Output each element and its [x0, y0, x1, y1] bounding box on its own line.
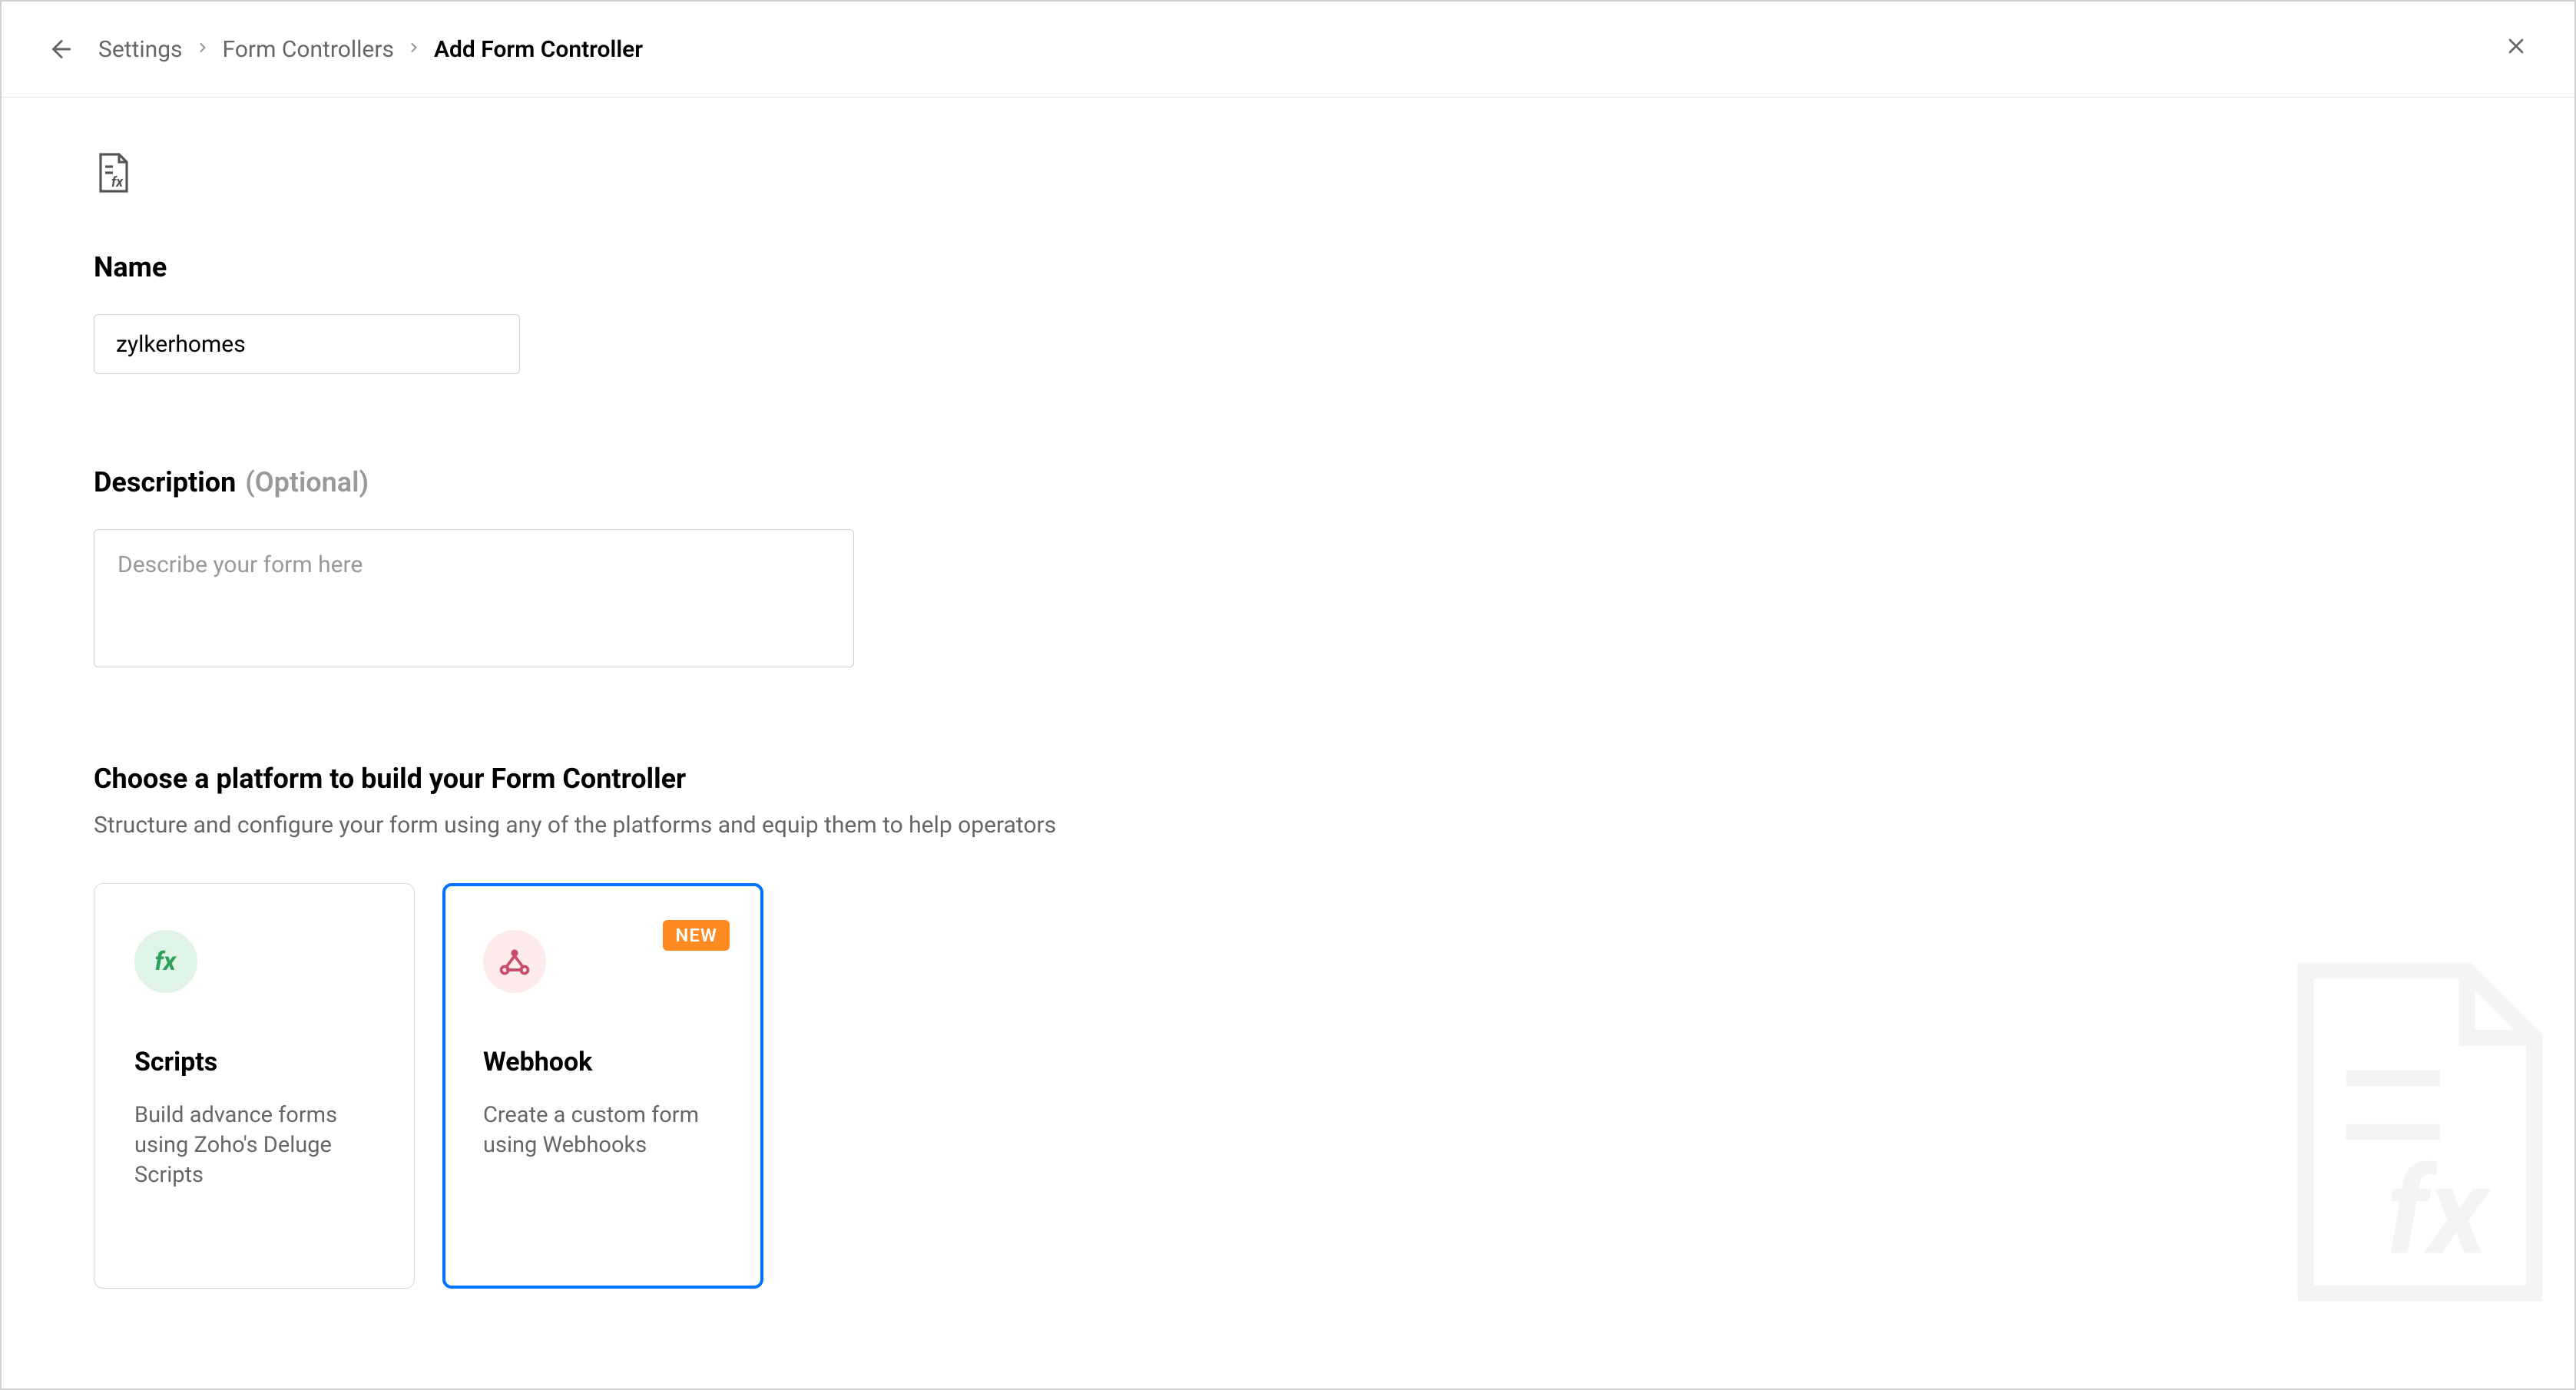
- name-field-group: Name: [94, 251, 2482, 374]
- platform-section-title: Choose a platform to build your Form Con…: [94, 763, 2482, 795]
- breadcrumb-settings[interactable]: Settings: [98, 36, 183, 63]
- svg-text:fx: fx: [154, 947, 177, 977]
- scripts-card[interactable]: fx Scripts Build advance forms using Zoh…: [94, 883, 415, 1289]
- webhook-card-desc: Create a custom form using Webhooks: [483, 1100, 723, 1160]
- header-bar: Settings Form Controllers Add Form Contr…: [2, 2, 2574, 98]
- close-icon: [2504, 34, 2528, 58]
- name-input[interactable]: [94, 314, 520, 374]
- platform-section-subtitle: Structure and configure your form using …: [94, 812, 2482, 839]
- scripts-icon: fx: [149, 945, 183, 978]
- breadcrumb-form-controllers[interactable]: Form Controllers: [223, 36, 394, 63]
- breadcrumb: Settings Form Controllers Add Form Contr…: [98, 36, 643, 63]
- close-button[interactable]: [2504, 34, 2528, 65]
- description-label: Description (Optional): [94, 466, 2482, 498]
- webhook-icon: [498, 945, 531, 978]
- page-icon: fx: [94, 151, 2482, 197]
- name-label: Name: [94, 251, 2482, 283]
- scripts-icon-wrapper: fx: [134, 930, 197, 993]
- description-textarea[interactable]: [94, 529, 854, 667]
- platform-section: Choose a platform to build your Form Con…: [94, 763, 2482, 1289]
- arrow-left-icon: [48, 35, 75, 63]
- description-field-group: Description (Optional): [94, 466, 2482, 670]
- scripts-card-desc: Build advance forms using Zoho's Deluge …: [134, 1100, 374, 1190]
- platform-cards-row: fx Scripts Build advance forms using Zoh…: [94, 883, 2482, 1289]
- webhook-card-title: Webhook: [483, 1047, 723, 1077]
- scripts-card-title: Scripts: [134, 1047, 374, 1077]
- header-left: Settings Form Controllers Add Form Contr…: [48, 35, 643, 63]
- chevron-right-icon: [406, 38, 422, 60]
- new-badge: NEW: [663, 920, 730, 951]
- webhook-card[interactable]: NEW Webhook Create a custom form using W…: [442, 883, 763, 1289]
- main-content: fx Name Description (Optional) Choose a …: [2, 98, 2574, 1342]
- form-controller-icon: fx: [94, 151, 132, 194]
- breadcrumb-current: Add Form Controller: [434, 36, 643, 63]
- description-label-hint: (Optional): [245, 466, 369, 498]
- description-label-text: Description: [94, 466, 236, 498]
- chevron-right-icon: [195, 38, 210, 60]
- webhook-icon-wrapper: [483, 930, 546, 993]
- svg-text:fx: fx: [111, 174, 124, 190]
- back-button[interactable]: [48, 35, 75, 63]
